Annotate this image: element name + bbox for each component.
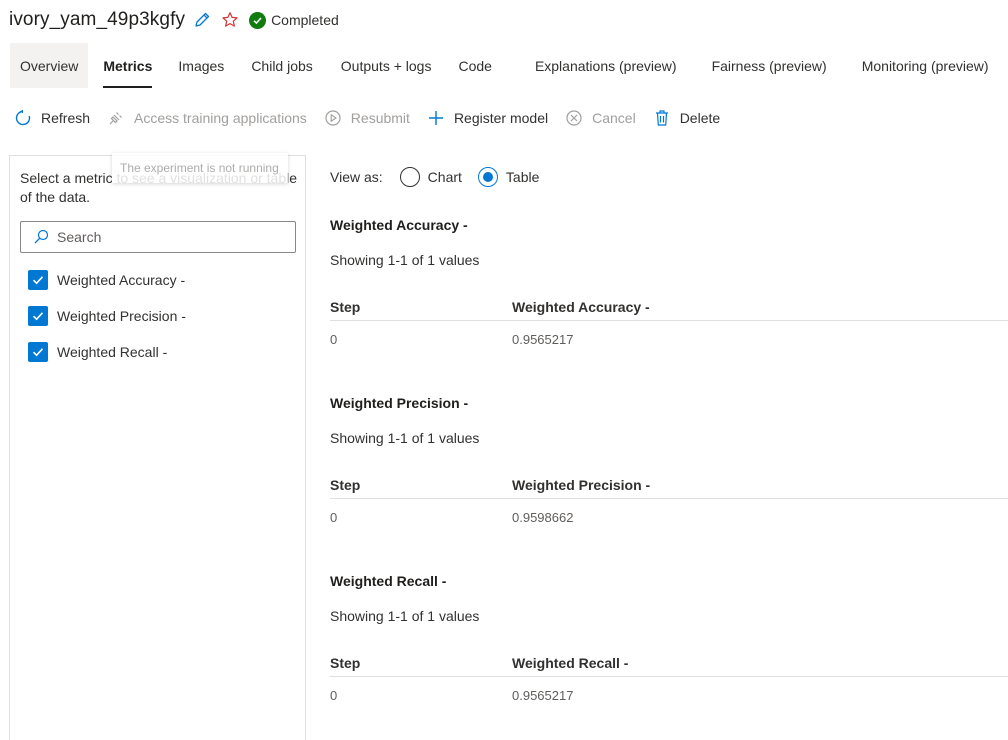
view-as-label: View as:	[330, 169, 383, 185]
tab-monitoring[interactable]: Monitoring (preview)	[852, 43, 999, 88]
tab-bar: Overview Metrics Images Child jobs Outpu…	[10, 43, 999, 88]
metric-table-section: Weighted Precision - Showing 1-1 of 1 va…	[330, 395, 1008, 535]
resubmit-button[interactable]: Resubmit	[323, 108, 410, 128]
table-row: 0 0.9565217	[330, 321, 1008, 357]
status-text: Completed	[271, 12, 339, 28]
cell-value: 0.9565217	[512, 331, 574, 347]
metric-table: Step Weighted Recall - 0 0.9565217	[330, 655, 1008, 713]
tab-code[interactable]: Code	[448, 43, 501, 88]
section-title: Weighted Accuracy -	[330, 217, 468, 233]
metric-label: Weighted Accuracy -	[57, 272, 186, 288]
cell-value: 0.9565217	[512, 687, 574, 703]
checkbox-checked-icon[interactable]	[28, 306, 48, 326]
metric-table-section: Weighted Recall - Showing 1-1 of 1 value…	[330, 573, 1008, 713]
column-header-value[interactable]: Weighted Precision -	[512, 477, 650, 498]
metric-table: Step Weighted Accuracy - 0 0.9565217	[330, 299, 1008, 357]
section-title: Weighted Recall -	[330, 573, 447, 589]
check-circle-icon	[249, 11, 267, 29]
access-label: Access training applications	[134, 110, 307, 126]
metric-table-section: Weighted Accuracy - Showing 1-1 of 1 val…	[330, 217, 1008, 357]
refresh-label: Refresh	[41, 110, 91, 126]
access-training-applications-button[interactable]: Access training applications	[106, 108, 307, 128]
register-model-label: Register model	[453, 110, 549, 126]
radio-chart[interactable]: Chart	[399, 167, 462, 187]
register-model-button[interactable]: Register model	[426, 108, 548, 128]
cell-step: 0	[330, 509, 338, 525]
metric-item-weighted-recall[interactable]: Weighted Recall -	[28, 342, 186, 362]
section-count: Showing 1-1 of 1 values	[330, 252, 480, 268]
tab-fairness[interactable]: Fairness (preview)	[702, 43, 837, 88]
command-bar: Refresh Access training applications Res…	[13, 104, 736, 132]
metric-label: Weighted Precision -	[57, 308, 186, 324]
metric-search-input[interactable]: Search	[20, 221, 296, 253]
cell-step: 0	[330, 331, 338, 347]
trash-icon	[652, 108, 672, 128]
tab-child-jobs[interactable]: Child jobs	[241, 43, 322, 88]
metric-label: Weighted Recall -	[57, 344, 168, 360]
metric-table: Step Weighted Precision - 0 0.9598662	[330, 477, 1008, 535]
cell-value: 0.9598662	[512, 509, 574, 525]
tab-explanations[interactable]: Explanations (preview)	[525, 43, 687, 88]
tab-images[interactable]: Images	[168, 43, 234, 88]
column-header-step[interactable]: Step	[330, 477, 512, 498]
table-header-row: Step Weighted Recall -	[330, 655, 1008, 677]
refresh-icon	[13, 108, 33, 128]
cancel-button[interactable]: Cancel	[564, 108, 636, 128]
plus-icon	[426, 108, 446, 128]
radio-chart-label: Chart	[427, 169, 462, 185]
section-title: Weighted Precision -	[330, 395, 469, 411]
play-circle-icon	[323, 108, 343, 128]
delete-button[interactable]: Delete	[652, 108, 720, 128]
view-as-toggle: View as: Chart Table	[330, 166, 555, 188]
column-header-step[interactable]: Step	[330, 655, 512, 676]
edit-pencil-icon[interactable]	[193, 11, 211, 29]
table-header-row: Step Weighted Accuracy -	[330, 299, 1008, 321]
plug-icon	[106, 108, 126, 128]
disabled-tooltip: The experiment is not running	[112, 153, 288, 183]
job-title: ivory_yam_49p3kgfy	[9, 9, 186, 30]
table-header-row: Step Weighted Precision -	[330, 477, 1008, 499]
metric-list: Weighted Accuracy - Weighted Precision -…	[28, 270, 186, 378]
tab-overview[interactable]: Overview	[10, 43, 89, 88]
tab-metrics[interactable]: Metrics	[93, 43, 162, 88]
radio-table[interactable]: Table	[477, 167, 540, 187]
radio-table-label: Table	[505, 169, 540, 185]
metric-item-weighted-accuracy[interactable]: Weighted Accuracy -	[28, 270, 186, 290]
checkbox-checked-icon[interactable]	[28, 270, 48, 290]
section-count: Showing 1-1 of 1 values	[330, 430, 480, 446]
resubmit-label: Resubmit	[350, 110, 410, 126]
tab-outputs-logs[interactable]: Outputs + logs	[331, 43, 442, 88]
checkbox-checked-icon[interactable]	[28, 342, 48, 362]
cancel-circle-icon	[564, 108, 584, 128]
delete-label: Delete	[679, 110, 721, 126]
metric-selector-panel: Select a metric to see a visualization o…	[9, 155, 306, 740]
metric-item-weighted-precision[interactable]: Weighted Precision -	[28, 306, 186, 326]
page-header: ivory_yam_49p3kgfy Completed	[9, 6, 339, 34]
refresh-button[interactable]: Refresh	[13, 108, 90, 128]
cell-step: 0	[330, 687, 338, 703]
status-badge: Completed	[249, 11, 339, 29]
column-header-step[interactable]: Step	[330, 299, 512, 320]
column-header-value[interactable]: Weighted Recall -	[512, 655, 628, 676]
search-icon	[33, 229, 49, 245]
favorite-star-icon[interactable]	[221, 11, 239, 29]
table-row: 0 0.9598662	[330, 499, 1008, 535]
section-count: Showing 1-1 of 1 values	[330, 608, 480, 624]
search-placeholder: Search	[57, 229, 102, 245]
column-header-value[interactable]: Weighted Accuracy -	[512, 299, 650, 320]
table-row: 0 0.9565217	[330, 677, 1008, 713]
radio-unchecked-icon	[399, 167, 420, 187]
radio-checked-icon	[477, 167, 498, 187]
cancel-label: Cancel	[592, 110, 636, 126]
